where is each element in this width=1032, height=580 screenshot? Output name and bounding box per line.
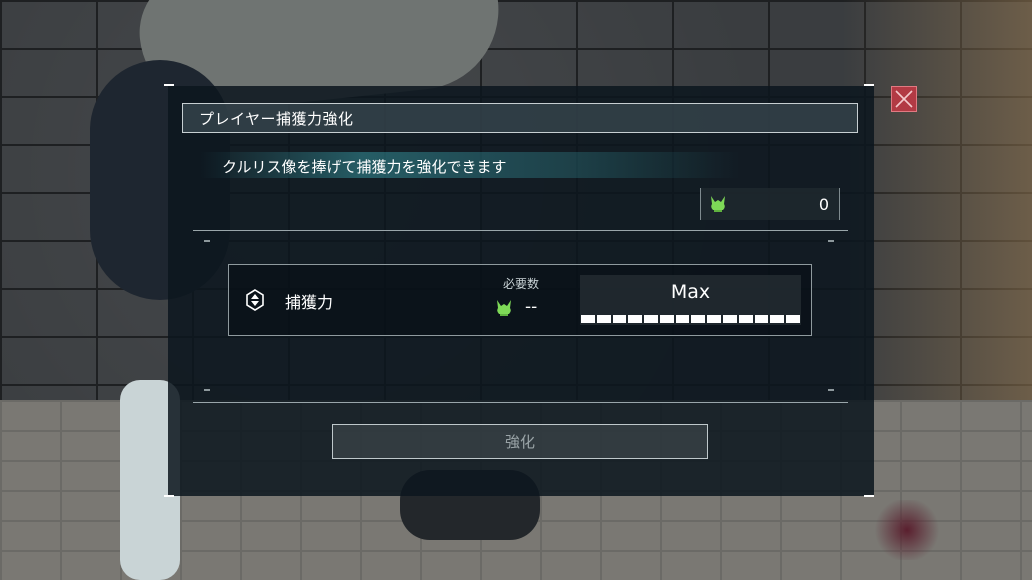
divider-bottom	[193, 402, 848, 403]
level-segment	[581, 315, 595, 323]
level-segment	[770, 315, 785, 323]
divider-tick	[828, 240, 834, 242]
level-segment	[612, 315, 627, 323]
level-segment	[738, 315, 753, 323]
divider-tick	[204, 389, 210, 391]
dialog-title: プレイヤー捕獲力強化	[182, 103, 858, 133]
level-text: Max	[670, 281, 711, 303]
level-indicator: Max	[580, 275, 801, 325]
required-value: --	[525, 297, 538, 317]
effigy-count-box: 0	[700, 188, 840, 220]
dialog-corner-mark	[164, 84, 174, 86]
dialog-title-text: プレイヤー捕獲力強化	[199, 109, 354, 128]
level-segment	[596, 315, 611, 323]
level-segment	[628, 315, 643, 323]
divider-top	[193, 230, 848, 231]
level-segment	[786, 315, 800, 323]
level-segment	[754, 315, 769, 323]
level-segment	[707, 315, 722, 323]
close-button[interactable]	[891, 86, 917, 112]
divider-tick	[204, 240, 210, 242]
close-x-icon	[895, 90, 913, 108]
lifmunk-effigy-icon	[707, 193, 729, 219]
capture-power-icon	[245, 289, 265, 315]
dialog-description: クルリス像を捧げて捕獲力を強化できます	[222, 158, 507, 176]
upgrade-button[interactable]: 強化	[332, 424, 708, 459]
dialog-corner-mark	[864, 84, 874, 86]
level-segment	[723, 315, 737, 323]
effigy-count: 0	[818, 195, 829, 214]
plant-decoration	[872, 500, 942, 560]
dialog-corner-mark	[864, 495, 874, 497]
level-segment	[659, 315, 674, 323]
level-segment	[675, 315, 690, 323]
stat-label: 捕獲力	[285, 293, 334, 312]
lifmunk-effigy-icon	[493, 297, 515, 323]
capture-power-row[interactable]: 捕獲力 必要数 -- Max	[228, 264, 812, 336]
upgrade-button-label: 強化	[504, 433, 535, 451]
divider-tick	[828, 389, 834, 391]
level-progress-bar	[581, 315, 800, 323]
required-label: 必要数	[503, 277, 540, 291]
dialog-corner-mark	[164, 495, 174, 497]
level-segment	[644, 315, 658, 323]
level-segment	[691, 315, 706, 323]
